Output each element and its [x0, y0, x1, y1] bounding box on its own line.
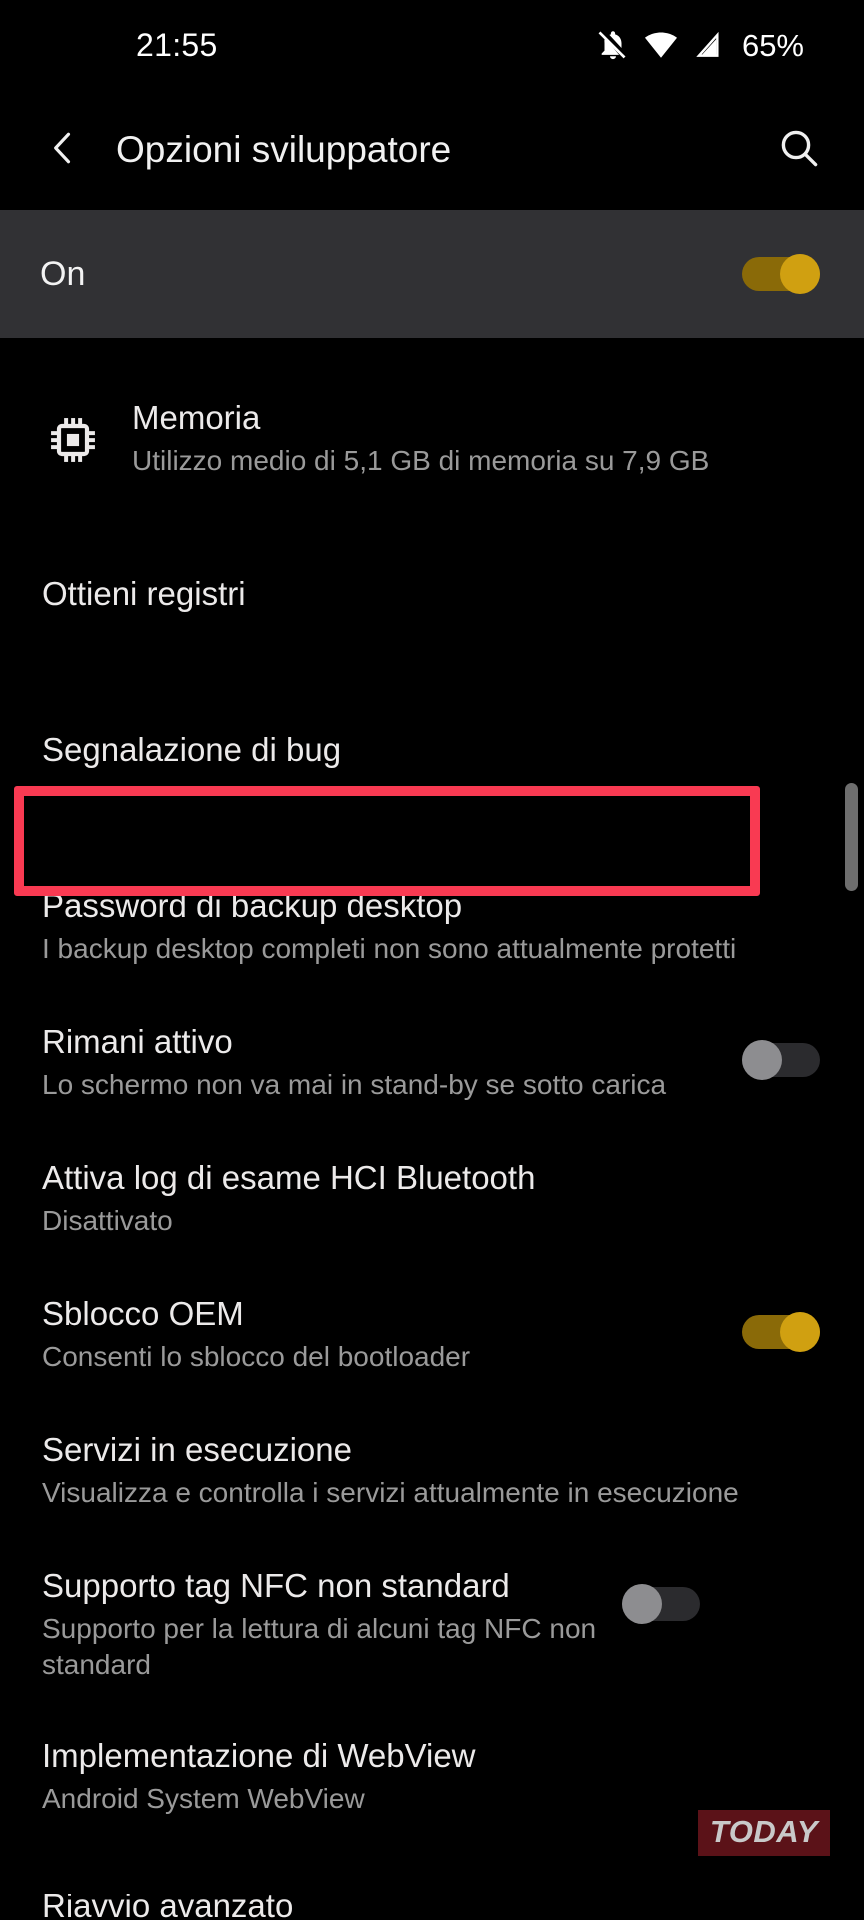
- notifications-off-icon: [596, 28, 630, 62]
- list-item-text: Supporto tag NFC non standard Supporto p…: [42, 1566, 602, 1682]
- list-item-text: Memoria Utilizzo medio di 5,1 GB di memo…: [132, 398, 820, 479]
- switch-knob: [780, 1312, 820, 1352]
- list-item-text: Segnalazione di bug: [42, 730, 820, 770]
- list-item-title: Attiva log di esame HCI Bluetooth: [42, 1159, 536, 1196]
- scrollbar-thumb[interactable]: [845, 783, 858, 891]
- list-item-subtitle: Supporto per la lettura di alcuni tag NF…: [42, 1613, 597, 1680]
- switch-knob: [742, 1040, 782, 1080]
- switch-knob: [622, 1584, 662, 1624]
- list-item-supporto-tag-nfc[interactable]: Supporto tag NFC non standard Supporto p…: [0, 1566, 864, 1696]
- list-item-memoria[interactable]: Memoria Utilizzo medio di 5,1 GB di memo…: [0, 398, 864, 510]
- list-item-text: Servizi in esecuzione Visualizza e contr…: [42, 1430, 820, 1511]
- master-toggle-label: On: [40, 254, 86, 293]
- list-item-subtitle: I backup desktop completi non sono attua…: [42, 933, 737, 965]
- list-item-sblocco-oem[interactable]: Sblocco OEM Consenti lo sblocco del boot…: [0, 1294, 864, 1390]
- list-item-title: Rimani attivo: [42, 1023, 233, 1060]
- list-item-text: Riavvio avanzato: [42, 1894, 820, 1920]
- search-icon: [775, 124, 823, 177]
- list-item-subtitle: Utilizzo medio di 5,1 GB di memoria su 7…: [132, 445, 710, 477]
- list-item-toggle-wrap: [742, 1294, 820, 1352]
- list-item-servizi-in-esecuzione[interactable]: Servizi in esecuzione Visualizza e contr…: [0, 1430, 864, 1526]
- phone-screen: 21:55 65% Opzioni sviluppatore On Memori…: [0, 0, 864, 1920]
- list-item-riavvio-avanzato[interactable]: Riavvio avanzato: [0, 1894, 864, 1920]
- wifi-icon: [644, 28, 678, 62]
- list-item-title: Sblocco OEM: [42, 1295, 244, 1332]
- list-item-subtitle: Visualizza e controlla i servizi attualm…: [42, 1477, 739, 1509]
- page-title: Opzioni sviluppatore: [116, 129, 452, 170]
- list-item-rimani-attivo[interactable]: Rimani attivo Lo schermo non va mai in s…: [0, 1022, 864, 1118]
- rimani-attivo-switch[interactable]: [742, 1040, 820, 1080]
- status-bar-icons: 65%: [596, 28, 804, 62]
- search-button[interactable]: [768, 119, 830, 181]
- list-item-subtitle: Disattivato: [42, 1205, 173, 1237]
- list-item-text: Attiva log di esame HCI Bluetooth Disatt…: [42, 1158, 820, 1239]
- list-item-segnalazione-bug[interactable]: Segnalazione di bug: [0, 730, 864, 830]
- list-item-text: Sblocco OEM Consenti lo sblocco del boot…: [42, 1294, 722, 1375]
- list-item-title: Riavvio avanzato: [42, 1894, 294, 1920]
- list-item-title: Ottieni registri: [42, 575, 246, 612]
- sblocco-oem-switch[interactable]: [742, 1312, 820, 1352]
- switch-knob: [780, 254, 820, 294]
- status-bar-clock: 21:55: [136, 27, 218, 63]
- list-item-hci-bluetooth-log[interactable]: Attiva log di esame HCI Bluetooth Disatt…: [0, 1158, 864, 1254]
- list-item-title: Password di backup desktop: [42, 887, 463, 924]
- list-item-ottieni-registri[interactable]: Ottieni registri: [0, 574, 864, 674]
- list-item-subtitle: Lo schermo non va mai in stand-by se sot…: [42, 1069, 667, 1101]
- developer-options-master-row[interactable]: On: [0, 210, 864, 338]
- list-item-text: Password di backup desktop I backup desk…: [42, 886, 820, 967]
- app-bar: Opzioni sviluppatore: [0, 90, 864, 210]
- status-bar: 21:55 65%: [0, 0, 864, 90]
- supporto-tag-nfc-switch[interactable]: [622, 1584, 700, 1624]
- list-item-toggle-wrap: [742, 1022, 820, 1080]
- list-item-password-backup-desktop[interactable]: Password di backup desktop I backup desk…: [0, 886, 864, 982]
- list-item-title: Segnalazione di bug: [42, 731, 342, 768]
- list-item-text: Implementazione di WebView Android Syste…: [42, 1736, 820, 1817]
- cellular-signal-icon: [692, 29, 724, 61]
- list-item-subtitle: Consenti lo sblocco del bootloader: [42, 1341, 471, 1373]
- list-item-title: Servizi in esecuzione: [42, 1431, 352, 1468]
- chevron-left-icon: [41, 126, 85, 175]
- list-item-title: Implementazione di WebView: [42, 1737, 476, 1774]
- back-button[interactable]: [34, 121, 92, 179]
- settings-list: Memoria Utilizzo medio di 5,1 GB di memo…: [0, 398, 864, 1920]
- list-item-text: Ottieni registri: [42, 574, 820, 614]
- master-toggle-switch[interactable]: [742, 254, 820, 294]
- cpu-chip-icon: [42, 398, 104, 468]
- list-item-title: Supporto tag NFC non standard: [42, 1567, 510, 1604]
- today-watermark: TODAY: [697, 1810, 830, 1856]
- battery-percent-label: 65%: [741, 27, 804, 63]
- list-item-text: Rimani attivo Lo schermo non va mai in s…: [42, 1022, 722, 1103]
- list-item-title: Memoria: [132, 399, 261, 436]
- list-item-toggle-wrap: [622, 1566, 700, 1624]
